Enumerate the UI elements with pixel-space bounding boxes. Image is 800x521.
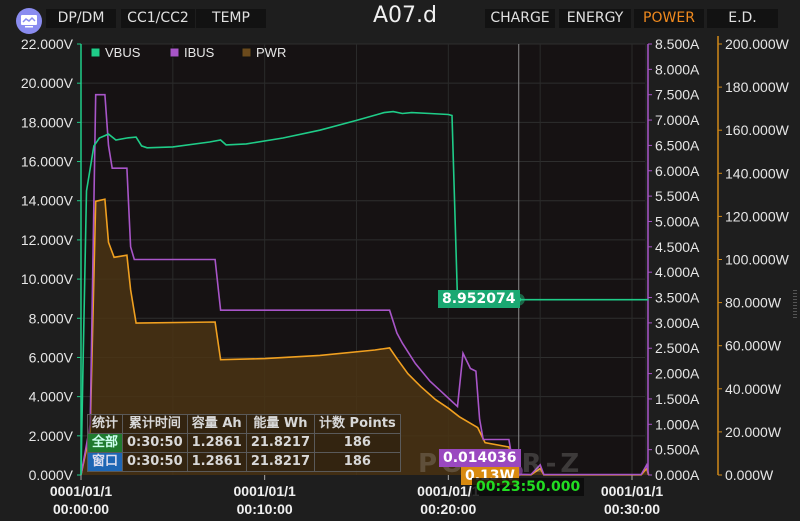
stats-row-window: 窗口 0:30:50 1.2861 21.8217 186 bbox=[86, 452, 401, 472]
voltage-tick-label: 0.000V bbox=[29, 467, 74, 483]
stats-row-label[interactable]: 窗口 bbox=[86, 452, 124, 472]
voltage-tick-label: 22.000V bbox=[21, 36, 74, 52]
voltage-tick-label: 14.000V bbox=[21, 193, 74, 209]
time-tick-date: 0001/01/1 bbox=[50, 483, 112, 499]
voltage-tick-label: 6.000V bbox=[29, 349, 74, 365]
power-tick-label: 0.000W bbox=[725, 467, 774, 483]
current-tick-label: 2.500A bbox=[655, 340, 700, 356]
current-tick-label: 6.000A bbox=[655, 163, 700, 179]
legend-swatch-vbus bbox=[90, 47, 101, 58]
current-tick-label: 7.500A bbox=[655, 87, 700, 103]
time-tick-time: 00:30:00 bbox=[604, 501, 660, 517]
current-tick-label: 4.000A bbox=[655, 264, 700, 280]
power-tick-label: 120.000W bbox=[725, 208, 790, 224]
time-tick-date: 0001/01/1 bbox=[234, 483, 296, 499]
power-tick-label: 40.000W bbox=[725, 381, 782, 397]
time-tick-time: 00:00:00 bbox=[53, 501, 109, 517]
current-tick-label: 7.000A bbox=[655, 112, 700, 128]
voltage-tick-label: 8.000V bbox=[29, 310, 74, 326]
stats-cell: 1.2861 bbox=[186, 433, 247, 453]
stats-cell: 186 bbox=[314, 452, 401, 472]
voltage-tick-label: 12.000V bbox=[21, 232, 74, 248]
vertical-scrollbar-grip[interactable] bbox=[793, 290, 797, 320]
legend-swatch-ibus bbox=[169, 47, 180, 58]
voltage-tick-label: 16.000V bbox=[21, 154, 74, 170]
stats-cell: 1.2861 bbox=[186, 452, 247, 472]
stats-header: 能量 Wh bbox=[245, 414, 316, 434]
current-tick-label: 4.500A bbox=[655, 239, 700, 255]
legend-label-pwr: PWR bbox=[256, 45, 286, 60]
stats-row-all: 全部 0:30:50 1.2861 21.8217 186 bbox=[86, 433, 401, 453]
power-tick-label: 60.000W bbox=[725, 338, 782, 354]
stats-header: 累计时间 bbox=[122, 414, 188, 434]
cursor-ibus-label: 0.014036 bbox=[439, 449, 521, 467]
current-tick-label: 2.000A bbox=[655, 366, 700, 382]
stats-header: 计数 Points bbox=[314, 414, 401, 434]
power-tick-label: 160.000W bbox=[725, 122, 790, 138]
time-tick-time: 00:20:00 bbox=[420, 501, 476, 517]
current-tick-label: 5.000A bbox=[655, 213, 700, 229]
stats-cell: 0:30:50 bbox=[122, 452, 188, 472]
stats-table: 统计 累计时间 容量 Ah 能量 Wh 计数 Points 全部 0:30:50… bbox=[86, 414, 401, 472]
stats-header: 容量 Ah bbox=[186, 414, 247, 434]
time-tick-date: 0001/01/1 bbox=[417, 483, 479, 499]
current-tick-label: 0.000A bbox=[655, 467, 700, 483]
time-tick-date: 0001/01/1 bbox=[601, 483, 663, 499]
current-tick-label: 0.500A bbox=[655, 442, 700, 458]
current-tick-label: 3.500A bbox=[655, 290, 700, 306]
legend-swatch-pwr bbox=[241, 47, 252, 58]
power-tick-label: 80.000W bbox=[725, 295, 782, 311]
voltage-tick-label: 4.000V bbox=[29, 389, 74, 405]
power-tick-label: 180.000W bbox=[725, 79, 790, 95]
current-tick-label: 8.000A bbox=[655, 61, 700, 77]
voltage-tick-label: 20.000V bbox=[21, 75, 74, 91]
current-tick-label: 8.500A bbox=[655, 36, 700, 52]
voltage-tick-label: 10.000V bbox=[21, 271, 74, 287]
stats-header: 统计 bbox=[86, 414, 124, 434]
current-tick-label: 5.500A bbox=[655, 188, 700, 204]
current-tick-label: 6.500A bbox=[655, 137, 700, 153]
legend-label-vbus: VBUS bbox=[105, 45, 141, 60]
power-tick-label: 200.000W bbox=[725, 36, 790, 52]
voltage-tick-label: 18.000V bbox=[21, 114, 74, 130]
power-tick-label: 100.000W bbox=[725, 252, 790, 268]
cursor-vbus-label: 8.952074 bbox=[438, 290, 520, 308]
stats-cell: 186 bbox=[314, 433, 401, 453]
voltage-tick-label: 2.000V bbox=[29, 428, 74, 444]
current-tick-label: 3.000A bbox=[655, 315, 700, 331]
legend-label-ibus: IBUS bbox=[184, 45, 215, 60]
time-tick-time: 00:10:00 bbox=[237, 501, 293, 517]
power-tick-label: 140.000W bbox=[725, 165, 790, 181]
cursor-time-label: 00:23:50.000 bbox=[472, 478, 585, 496]
stats-header-row: 统计 累计时间 容量 Ah 能量 Wh 计数 Points bbox=[86, 414, 401, 434]
stats-cell: 0:30:50 bbox=[122, 433, 188, 453]
stats-row-label[interactable]: 全部 bbox=[86, 433, 124, 453]
stats-cell: 21.8217 bbox=[245, 433, 316, 453]
stats-cell: 21.8217 bbox=[245, 452, 316, 472]
current-tick-label: 1.000A bbox=[655, 416, 700, 432]
current-tick-label: 1.500A bbox=[655, 391, 700, 407]
power-tick-label: 20.000W bbox=[725, 424, 782, 440]
